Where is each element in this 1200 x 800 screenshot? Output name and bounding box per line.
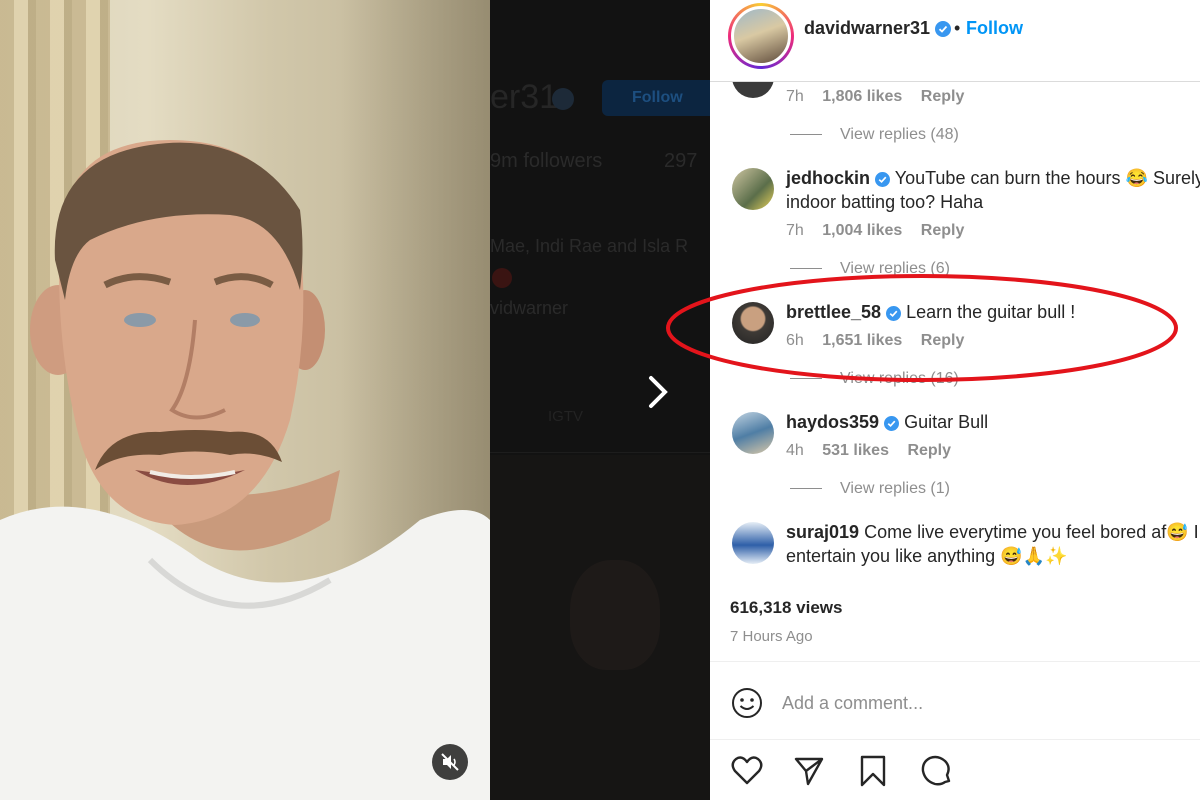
comment-body: Guitar Bull [904,412,989,432]
comment-avatar[interactable] [732,82,774,98]
comment-likes[interactable]: 1,651 likes [822,332,902,349]
comment-reply-button[interactable]: Reply [907,442,951,459]
verified-icon [886,305,902,321]
comment-button[interactable] [920,754,954,788]
comment-text: jedhockin YouTube can burn the hours 😂 S… [786,166,1200,214]
comment-body-continued: indoor batting too? Haha [786,192,984,212]
post-header: davidwarner31 • Follow [710,0,1200,82]
comment-meta: 7h 1,004 likes Reply [786,222,978,240]
share-button[interactable] [792,754,826,788]
comment-username[interactable]: suraj019 [786,522,859,542]
heart-icon [731,756,763,785]
view-replies-button[interactable]: View replies (16) [790,370,959,388]
comment-text: brettlee_58 Learn the guitar bull ! [786,300,1075,324]
like-button[interactable] [730,754,764,788]
backdrop-verified-icon [552,88,574,110]
comment-time[interactable]: 6h [786,332,804,349]
comment-meta: 6h 1,651 likes Reply [786,332,978,350]
backdrop-username: er31 [490,78,559,116]
comment-time[interactable]: 4h [786,442,804,459]
backdrop-following: 297 [664,150,698,172]
verified-icon [935,21,952,38]
comment-time[interactable]: 7h [786,222,804,239]
comment-likes[interactable]: 531 likes [822,442,889,459]
comment-text: haydos359 Guitar Bull [786,410,988,434]
comment-username[interactable]: haydos359 [786,412,879,432]
comment-text: suraj019 Come live everytime you feel bo… [786,520,1199,568]
comment-likes[interactable]: 1,806 likes [822,88,902,105]
comment-time[interactable]: 7h [786,88,804,105]
comment-body-continued: entertain you like anything 😅🙏✨ [786,546,1068,566]
comment-input[interactable] [782,688,1162,718]
view-replies-button[interactable]: View replies (6) [790,260,950,278]
comment-body: Come live everytime you feel bored af😅 I [864,522,1199,542]
backdrop-emoji-icon [492,268,512,288]
backdrop-divider [490,452,710,453]
backdrop-handle: vidwarner [490,298,569,318]
post-side-panel: davidwarner31 • Follow 7h 1,806 likes Re… [710,0,1200,800]
smiley-icon[interactable] [730,686,764,720]
comment-reply-button[interactable]: Reply [921,222,965,239]
chevron-right-icon [649,376,668,408]
comment-avatar[interactable] [732,412,774,454]
mute-button[interactable] [432,744,468,780]
author-username-text[interactable]: davidwarner31 [804,18,930,38]
comment-meta: 4h 531 likes Reply [786,442,965,460]
follow-button[interactable]: Follow [966,18,1023,39]
comment-reply-button[interactable]: Reply [921,332,965,349]
post-time[interactable]: 7 Hours Ago [730,628,813,645]
comment-avatar[interactable] [732,302,774,344]
view-replies-button[interactable]: View replies (1) [790,480,950,498]
backdrop-bio: Mae, Indi Rae and Isla R [490,236,689,256]
comment-body: YouTube can burn the hours 😂 Surely [894,168,1200,188]
comment-icon [921,755,951,786]
view-replies-button[interactable]: View replies (48) [790,126,959,144]
mute-icon [441,753,459,771]
video-player[interactable] [0,0,490,800]
post-actions [710,740,1200,800]
verified-icon [884,415,900,431]
bookmark-icon [860,755,886,787]
header-separator: • [954,18,961,38]
comment-meta: 7h 1,806 likes Reply [786,88,978,106]
comment-username[interactable]: brettlee_58 [786,302,881,322]
view-count[interactable]: 616,318 views [730,598,842,618]
verified-icon [875,171,891,187]
story-ring[interactable] [728,3,794,69]
comment-avatar[interactable] [732,522,774,564]
post-stats: 616,318 views 7 Hours Ago [710,580,1200,662]
backdrop-followers: 9m followers [490,150,603,172]
backdrop-thumbnail-face [570,560,660,670]
comment-reply-button[interactable]: Reply [921,88,965,105]
backdrop-igtv-tab: IGTV [548,408,584,425]
next-post-button[interactable] [636,370,680,414]
comment-likes[interactable]: 1,004 likes [822,222,902,239]
share-icon [794,757,824,786]
backdrop-follow-button: Follow [602,80,710,116]
video-frame-person [0,140,490,800]
author-avatar[interactable] [731,6,791,66]
save-button[interactable] [856,754,890,788]
comments-list[interactable]: 7h 1,806 likes Reply View replies (48) j… [710,82,1200,580]
comment-avatar[interactable] [732,168,774,210]
author-username[interactable]: davidwarner31 [804,18,952,39]
add-comment-bar [710,662,1200,740]
comment-username[interactable]: jedhockin [786,168,870,188]
comment-body: Learn the guitar bull ! [906,302,1076,322]
